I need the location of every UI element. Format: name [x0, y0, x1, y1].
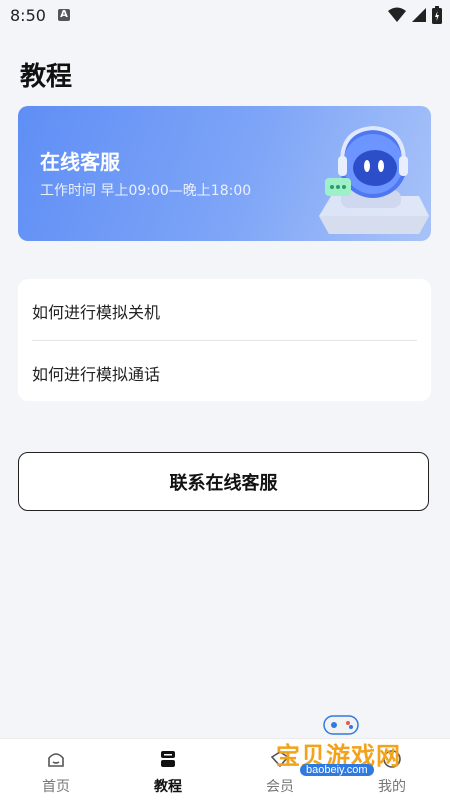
- wifi-icon: [388, 7, 406, 22]
- banner-hours: 工作时间 早上09:00—晚上18:00: [40, 183, 252, 199]
- watermark: 宝贝游戏网 baobeiy.com: [270, 712, 430, 782]
- banner-title: 在线客服: [40, 150, 120, 174]
- page-title: 教程: [20, 62, 73, 92]
- robot-headset-icon: [319, 125, 429, 234]
- home-icon: [48, 753, 64, 767]
- tab-tutorial[interactable]: 教程: [112, 739, 224, 801]
- gamepad-icon: [323, 715, 359, 735]
- notification-a-icon: A: [58, 9, 70, 21]
- battery-icon: [432, 6, 442, 24]
- tutorial-list: 如何进行模拟关机 如何进行模拟通话: [18, 279, 431, 401]
- list-item-call[interactable]: 如何进行模拟通话: [32, 361, 160, 385]
- watermark-url: baobeiy.com: [300, 764, 374, 776]
- divider: [32, 340, 417, 341]
- tab-tutorial-label: 教程: [154, 779, 182, 795]
- book-icon: [161, 751, 175, 767]
- status-time: 8:50: [10, 6, 46, 25]
- status-bar: 8:50 A: [0, 0, 450, 32]
- list-item-shutdown[interactable]: 如何进行模拟关机: [32, 299, 160, 323]
- contact-service-button[interactable]: 联系在线客服: [18, 452, 429, 511]
- status-indicators: [388, 6, 442, 24]
- customer-service-banner[interactable]: 在线客服 工作时间 早上09:00—晚上18:00: [18, 106, 431, 241]
- tab-home-label: 首页: [42, 779, 70, 795]
- tab-home[interactable]: 首页: [0, 739, 112, 801]
- signal-icon: [412, 8, 426, 22]
